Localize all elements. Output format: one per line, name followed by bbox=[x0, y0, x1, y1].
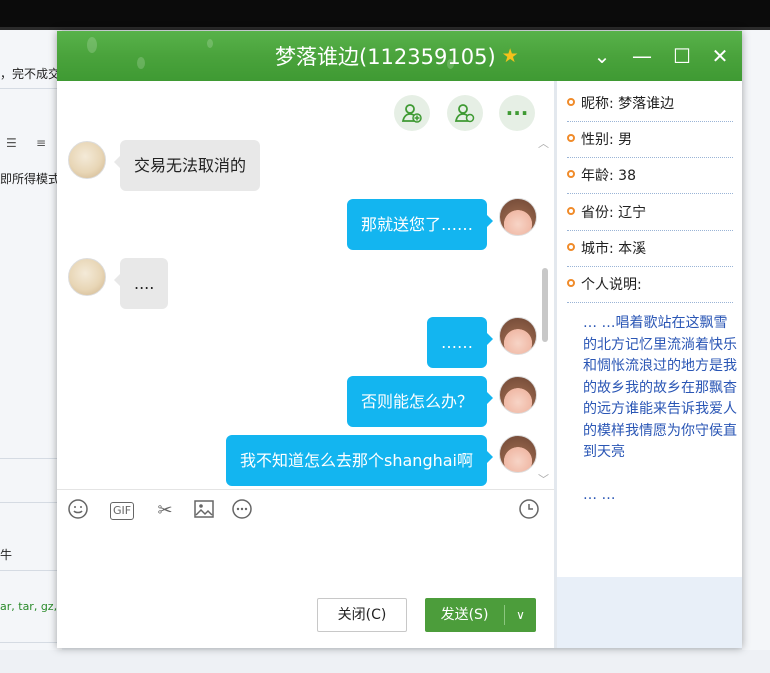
message-bubble-sent: …… bbox=[427, 317, 493, 368]
chevron-down-icon[interactable]: ⌄ bbox=[589, 43, 615, 69]
profile-nickname-text: 昵称: 梦落谁边 bbox=[581, 96, 675, 112]
scroll-up-arrow[interactable]: ︿ bbox=[538, 135, 549, 151]
background-text: 即所得模式 bbox=[0, 172, 61, 186]
chat-window: 梦落谁边(112359105) ★ ⌄ — ☐ ✕ ··· ︿ ﹀ 交易无法取消… bbox=[57, 31, 742, 648]
message-bubble-received: .... bbox=[113, 258, 169, 309]
bullet-icon bbox=[567, 207, 575, 215]
background-bottom bbox=[0, 650, 770, 673]
image-icon[interactable] bbox=[193, 498, 215, 524]
profile-age-text: 年龄: 38 bbox=[581, 168, 636, 184]
outdent-icon[interactable]: ≡ bbox=[36, 136, 46, 150]
send-button[interactable]: 发送(S) ∨ bbox=[425, 598, 536, 632]
scissors-icon[interactable]: ✂ bbox=[153, 498, 177, 524]
profile-province: 省份: 辽宁 bbox=[567, 195, 733, 231]
divider bbox=[0, 570, 62, 571]
more-icon[interactable]: ··· bbox=[499, 95, 535, 131]
my-avatar[interactable] bbox=[499, 376, 537, 414]
window-titlebar[interactable]: 梦落谁边(112359105) ★ ⌄ — ☐ ✕ bbox=[57, 31, 742, 81]
scrollbar-thumb[interactable] bbox=[542, 268, 548, 342]
profile-bio-label-text: 个人说明: bbox=[581, 277, 642, 293]
bullet-icon bbox=[567, 243, 575, 251]
window-title: 梦落谁边(112359105) ★ bbox=[275, 41, 522, 71]
profile-bio-more[interactable]: … … bbox=[583, 487, 615, 503]
emoji-icon[interactable] bbox=[67, 498, 89, 524]
more-icon[interactable] bbox=[231, 498, 253, 524]
background-editor-panel: ，完不成交 ☰ ≡ 即所得模式 牛 ar, tar, gz, b bbox=[0, 30, 62, 673]
my-avatar[interactable] bbox=[499, 435, 537, 473]
profile-panel: 昵称: 梦落谁边 性别: 男 年龄: 38 省份: 辽宁 城市: 本溪 个人说明… bbox=[557, 81, 742, 577]
message-bubble-sent: 我不知道怎么去那个shanghai啊 bbox=[226, 435, 493, 486]
divider bbox=[0, 88, 62, 89]
chevron-down-icon[interactable]: ∨ bbox=[505, 598, 536, 632]
background-right-edge bbox=[742, 30, 770, 673]
divider bbox=[0, 502, 62, 503]
profile-nickname: 昵称: 梦落谁边 bbox=[567, 86, 733, 122]
background-text: 牛 bbox=[0, 548, 13, 562]
close-icon[interactable]: ✕ bbox=[707, 43, 733, 69]
user-settings-icon[interactable] bbox=[447, 95, 483, 131]
contact-name: 梦落谁边(112359105) bbox=[275, 45, 496, 69]
profile-age: 年龄: 38 bbox=[567, 158, 733, 194]
minimize-icon[interactable]: — bbox=[629, 43, 655, 69]
gif-label: GIF bbox=[109, 502, 135, 520]
close-button[interactable]: 关闭(C) bbox=[317, 598, 407, 632]
decor-drop bbox=[87, 37, 97, 53]
star-icon[interactable]: ★ bbox=[502, 46, 522, 66]
history-icon[interactable] bbox=[518, 498, 540, 524]
background-titlebar bbox=[0, 0, 770, 30]
profile-gender: 性别: 男 bbox=[567, 122, 733, 158]
profile-province-text: 省份: 辽宁 bbox=[581, 205, 647, 221]
my-avatar[interactable] bbox=[499, 317, 537, 355]
divider bbox=[0, 642, 62, 643]
profile-gender-text: 性别: 男 bbox=[581, 132, 633, 148]
profile-city: 城市: 本溪 bbox=[567, 231, 733, 267]
divider bbox=[0, 458, 62, 459]
bullet-icon bbox=[567, 98, 575, 106]
decor-drop bbox=[207, 39, 213, 48]
input-toolbar: GIF ✂ bbox=[57, 489, 554, 531]
profile-bio-text: … …唱着歌站在这飘雪的北方记忆里流淌着快乐和惆怅流浪过的地方是我的故乡我的故乡… bbox=[583, 315, 737, 460]
add-friend-icon[interactable] bbox=[394, 95, 430, 131]
message-bubble-sent: 那就送您了…… bbox=[346, 199, 494, 250]
my-avatar[interactable] bbox=[499, 198, 537, 236]
profile-city-text: 城市: 本溪 bbox=[581, 241, 647, 257]
scroll-down-arrow[interactable]: ﹀ bbox=[538, 471, 549, 487]
contact-avatar[interactable] bbox=[68, 258, 106, 296]
background-text: ，完不成交 bbox=[0, 67, 61, 81]
bullet-icon bbox=[567, 170, 575, 178]
decor-drop bbox=[137, 57, 145, 69]
profile-panel-footer bbox=[557, 577, 742, 648]
message-bubble-received: 交易无法取消的 bbox=[113, 140, 261, 191]
maximize-icon[interactable]: ☐ bbox=[669, 43, 695, 69]
bullet-icon bbox=[567, 134, 575, 142]
message-bubble-sent: 否则能怎么办？ bbox=[346, 376, 494, 427]
contact-avatar[interactable] bbox=[68, 141, 106, 179]
background-text: ar, tar, gz, b bbox=[0, 600, 62, 613]
list-icon[interactable]: ☰ bbox=[6, 136, 17, 150]
message-area: ··· ︿ ﹀ 交易无法取消的 那就送您了…… .... …… 否则能怎么办？ … bbox=[57, 81, 554, 489]
send-button-label: 发送(S) bbox=[440, 607, 489, 623]
gif-icon[interactable]: GIF bbox=[106, 498, 138, 524]
profile-bio-label: 个人说明: bbox=[567, 267, 733, 303]
bullet-icon bbox=[567, 279, 575, 287]
